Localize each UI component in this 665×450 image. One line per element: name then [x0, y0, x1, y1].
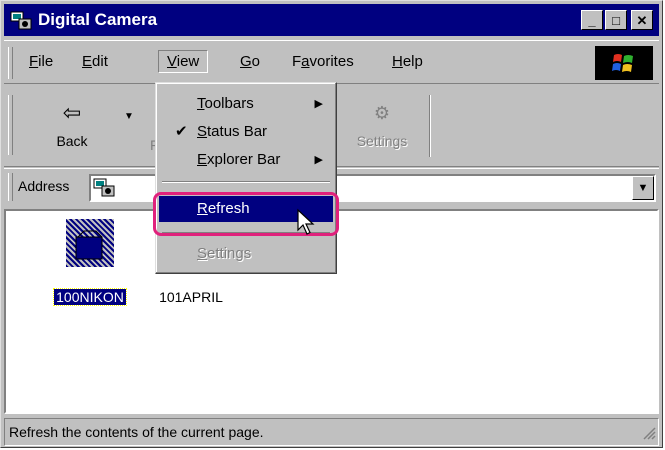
address-grip[interactable] [8, 173, 13, 201]
status-bar: Refresh the contents of the current page… [4, 418, 659, 446]
view-menu-explorer-bar[interactable]: Explorer Bar ▶ [159, 147, 333, 173]
chevron-down-icon: ▼ [637, 182, 649, 194]
toolbar-grip[interactable] [8, 95, 13, 155]
back-button[interactable]: ⇦ Back [42, 99, 102, 149]
menu-separator [162, 181, 330, 183]
settings-toolbar-button[interactable]: ⚙ Settings [347, 99, 417, 149]
menubar-grip[interactable] [8, 47, 13, 79]
resize-grip-icon[interactable] [642, 426, 656, 443]
mouse-cursor-icon [296, 208, 318, 239]
folder-label: 101APRIL [159, 289, 223, 305]
submenu-arrow-icon: ▶ [314, 98, 323, 110]
address-dropdown-button[interactable]: ▼ [632, 176, 654, 200]
back-dropdown-icon[interactable]: ▼ [124, 111, 134, 122]
minimize-button[interactable]: _ [581, 10, 603, 30]
view-menu-settings: Settings [197, 245, 252, 262]
camera-folder-icon [10, 10, 32, 30]
menu-edit[interactable]: Edit [74, 51, 116, 72]
folder-item-100nikon[interactable]: 100NIKON [40, 219, 140, 306]
menu-favorites[interactable]: Favorites [284, 51, 362, 72]
settings-icon: ⚙ [373, 103, 391, 123]
windows-logo-icon [595, 46, 653, 80]
window-title: Digital Camera [38, 10, 158, 29]
view-menu-status-bar[interactable]: ✔ Status Bar [159, 119, 333, 145]
back-label: Back [56, 133, 88, 149]
toolbar-divider [429, 95, 431, 157]
submenu-arrow-icon: ▶ [314, 154, 323, 166]
address-folder-icon [93, 177, 115, 200]
title-bar[interactable]: Digital Camera _ □ ✕ [4, 4, 659, 36]
menu-help[interactable]: Help [384, 51, 431, 72]
status-text: Refresh the contents of the current page… [9, 424, 264, 440]
checkmark-icon: ✔ [175, 123, 188, 140]
menu-file[interactable]: File [21, 51, 61, 72]
back-arrow-icon: ⇦ [62, 100, 82, 125]
folder-icon [66, 219, 114, 267]
menu-bar: File Edit View Go Favorites Help [4, 40, 659, 84]
settings-toolbar-label: Settings [356, 133, 408, 149]
close-button[interactable]: ✕ [631, 10, 653, 30]
menu-view[interactable]: View [158, 50, 209, 73]
address-label: Address [18, 178, 70, 194]
maximize-button[interactable]: □ [605, 10, 627, 30]
folder-label: 100NIKON [53, 288, 127, 306]
view-menu-dropdown: Toolbars ▶ ✔ Status Bar Explorer Bar ▶ R… [155, 82, 337, 274]
view-menu-toolbars[interactable]: Toolbars ▶ [159, 91, 333, 117]
menu-go[interactable]: Go [232, 51, 268, 72]
